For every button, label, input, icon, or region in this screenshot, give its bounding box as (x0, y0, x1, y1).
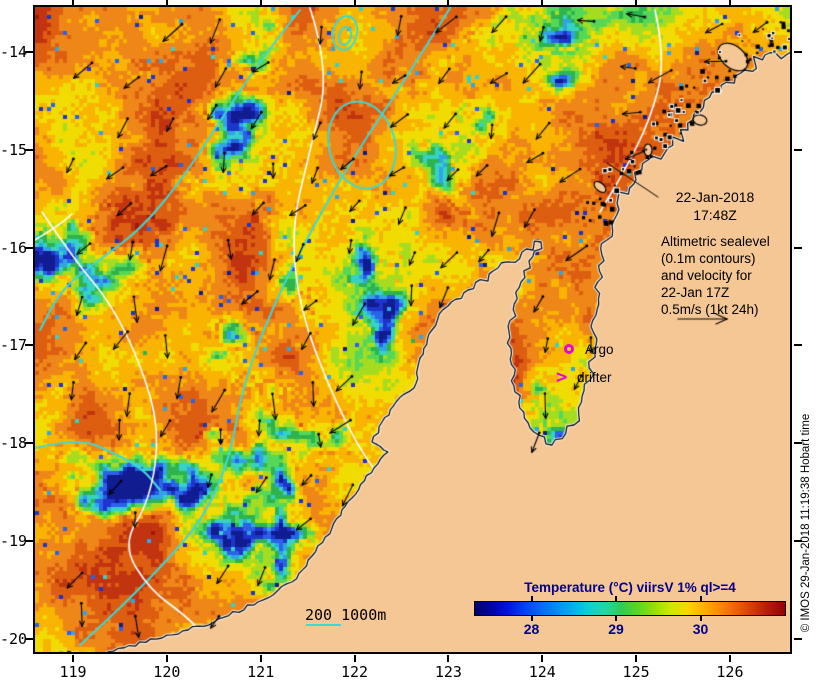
argo-marker-icon (564, 344, 574, 354)
axis-tick (259, 655, 262, 662)
lat-tick-label: -14 (0, 43, 28, 61)
lat-tick-label: -19 (0, 532, 28, 550)
axis-tick (259, 0, 262, 6)
axis-tick (447, 655, 450, 662)
axis-tick (72, 0, 74, 6)
axis-tick (72, 655, 74, 662)
drifter-label: drifter (577, 370, 612, 385)
lat-tick-label: -18 (0, 434, 28, 453)
altimetry-annotation: Altimetric sealevel (0.1m contours) and … (661, 233, 791, 318)
drifter-marker-icon: > (556, 366, 568, 388)
colorbar-tick-label: 29 (608, 621, 624, 637)
colorbar-title: Temperature (°C) viirsV 1% ql>=4 (524, 580, 736, 595)
credit-text: © IMOS 29-Jan-2018 11:19:38 Hobart time (800, 413, 812, 633)
colorbar-gradient (474, 601, 786, 616)
lon-tick-label: 123 (434, 663, 462, 680)
altimetry-line: 0.5m/s (1kt 24h) (661, 302, 759, 317)
lon-tick-label: 121 (247, 663, 275, 680)
datetime-date: 22-Jan-2018 (675, 189, 755, 205)
axis-tick (794, 344, 802, 347)
axis-tick (635, 655, 638, 662)
altimetry-line: Altimetric sealevel (661, 234, 770, 249)
axis-tick (794, 637, 802, 640)
altimetry-line: (0.1m contours) (661, 251, 756, 266)
datetime-annotation: 22-Jan-2018 17:48Z (660, 188, 770, 224)
colorbar-tick-label: 30 (692, 621, 709, 637)
sst-map-canvas (35, 7, 792, 654)
lat-tick-label: -16 (0, 238, 28, 257)
sst-map-figure: 119 120 121 122 123 124 125 126 -14 -15 -16 -17 -18 -… (0, 0, 820, 680)
depth-scale-line (306, 624, 341, 626)
axis-tick (794, 51, 802, 53)
lon-tick-label: 126 (716, 663, 744, 680)
lon-tick-label: 124 (528, 663, 556, 680)
lon-tick-label: 122 (341, 663, 369, 680)
colorbar-tick (699, 596, 702, 601)
axis-tick (447, 0, 450, 6)
axis-tick (165, 0, 168, 6)
lon-tick-label: 125 (622, 663, 650, 680)
axis-tick (541, 655, 544, 662)
colorbar-tick (530, 596, 533, 601)
axis-tick (794, 246, 802, 249)
axis-tick (353, 0, 356, 6)
altimetry-line: and velocity for (661, 268, 752, 283)
axis-tick (728, 655, 731, 662)
axis-tick (541, 0, 544, 6)
colorbar-tick-label: 28 (523, 621, 540, 637)
lat-tick-label: -17 (0, 336, 28, 355)
axis-tick (353, 655, 356, 662)
lon-tick-label: 119 (59, 663, 87, 680)
axis-tick (165, 655, 168, 662)
axis-tick (728, 0, 731, 6)
lat-tick-label: -15 (0, 140, 28, 159)
lat-tick-label: -20 (0, 629, 28, 648)
colorbar-tick (615, 596, 617, 601)
lon-tick-label: 120 (153, 663, 181, 680)
axis-tick (794, 148, 802, 151)
altimetry-line: 22-Jan 17Z (661, 285, 730, 300)
depth-scale-label: 200 1000m (305, 606, 387, 624)
argo-label: Argo (585, 342, 614, 357)
axis-tick (635, 0, 638, 6)
datetime-time: 17:48Z (693, 207, 737, 223)
